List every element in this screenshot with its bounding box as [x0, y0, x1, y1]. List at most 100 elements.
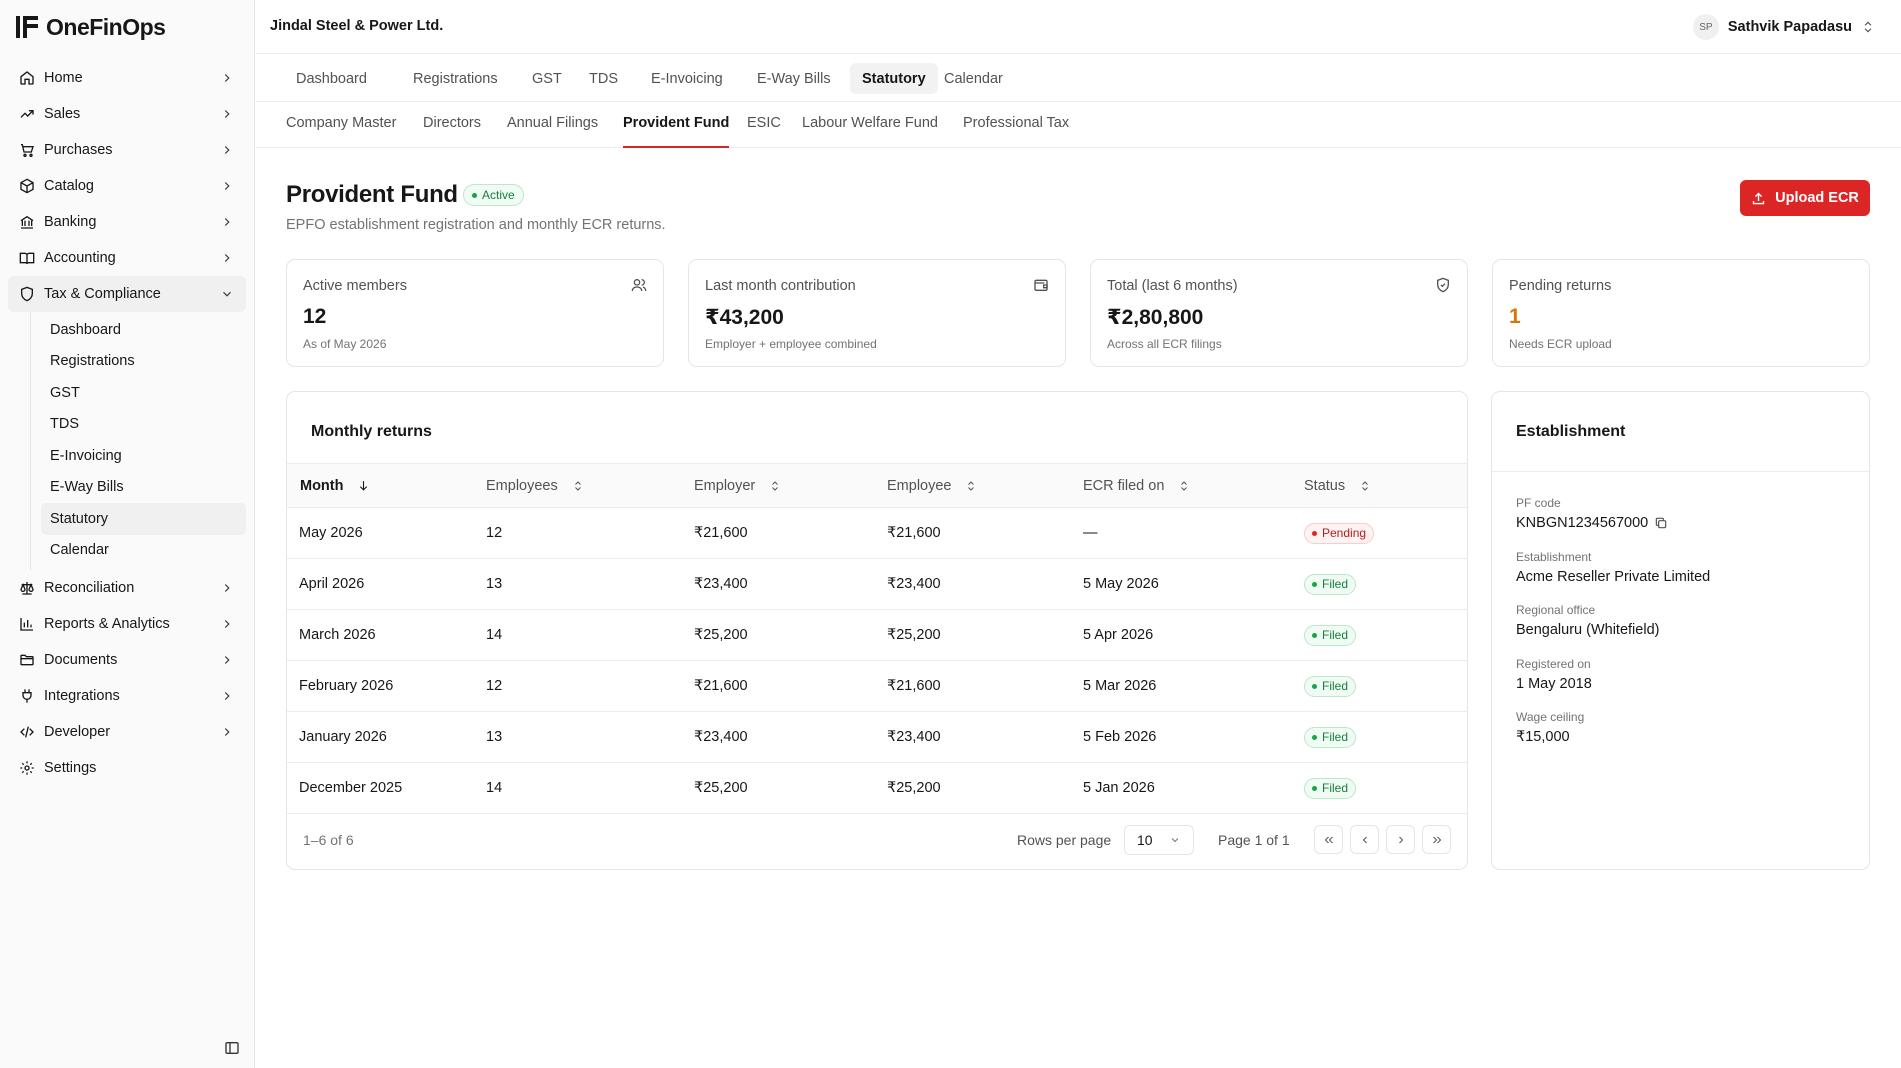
package-icon	[18, 177, 36, 195]
rows-per-page-value: 10	[1137, 832, 1153, 848]
next-page-button[interactable]	[1386, 825, 1415, 854]
tab-registrations[interactable]: Registrations	[401, 63, 510, 94]
logo-mark-icon	[16, 14, 40, 40]
column-header-employee[interactable]: Employee	[887, 464, 1083, 508]
tab-statutory[interactable]: Statutory	[850, 63, 938, 94]
subnav-item-tds[interactable]: TDS	[41, 409, 246, 441]
table-row[interactable]: January 2026 13 ₹23,400 ₹23,400 5 Feb 20…	[287, 712, 1467, 763]
field-value: 1 May 2018	[1516, 676, 1592, 692]
sidebar-item-home[interactable]: Home	[8, 60, 246, 96]
main-nav: Home Sales Purchases Catalog Banking Acc…	[8, 60, 246, 786]
app-name: OneFinOps	[46, 13, 166, 40]
cell-employer: ₹21,600	[694, 525, 748, 541]
subtab-labour-welfare-fund[interactable]: Labour Welfare Fund	[802, 115, 938, 148]
chevron-right-icon	[224, 656, 230, 664]
subnav-item-registrations[interactable]: Registrations	[41, 346, 246, 378]
column-header-ecr-filed-on[interactable]: ECR filed on	[1083, 464, 1304, 508]
sidebar-item-reports-analytics[interactable]: Reports & Analytics	[8, 606, 246, 642]
field-value: Acme Reseller Private Limited	[1516, 569, 1711, 585]
cell-employer: ₹21,600	[694, 678, 748, 694]
subtab-esic[interactable]: ESIC	[747, 115, 781, 148]
company-name[interactable]: Jindal Steel & Power Ltd.	[270, 18, 443, 34]
column-header-employer[interactable]: Employer	[694, 464, 887, 508]
bar-chart-icon	[18, 615, 36, 633]
sidebar-item-catalog[interactable]: Catalog	[8, 168, 246, 204]
sidebar-item-sales[interactable]: Sales	[8, 96, 246, 132]
establishment-card: Establishment PF code KNBGN1234567000 Es…	[1491, 391, 1870, 870]
cell-month: March 2026	[299, 627, 376, 643]
app-logo[interactable]: OneFinOps	[16, 12, 166, 42]
subnav-item-e-way-bills[interactable]: E-Way Bills	[41, 472, 246, 504]
column-header-status[interactable]: Status	[1304, 464, 1467, 508]
status-badge-label: Pending	[1322, 526, 1367, 540]
tab-e-way-bills[interactable]: E-Way Bills	[745, 63, 843, 94]
previous-page-button[interactable]	[1350, 825, 1379, 854]
cell-month: May 2026	[299, 525, 363, 541]
tab-dashboard[interactable]: Dashboard	[284, 63, 379, 94]
subtab-directors[interactable]: Directors	[423, 115, 481, 148]
page-title: Provident Fund	[286, 181, 458, 208]
table-row[interactable]: February 2026 12 ₹21,600 ₹21,600 5 Mar 2…	[287, 661, 1467, 712]
cell-filed-on: 5 Apr 2026	[1083, 627, 1154, 643]
tab-calendar[interactable]: Calendar	[932, 63, 1015, 94]
sidebar-item-accounting[interactable]: Accounting	[8, 240, 246, 276]
sidebar-item-banking[interactable]: Banking	[8, 204, 246, 240]
table-row[interactable]: May 2026 12 ₹21,600 ₹21,600 — Pending	[287, 508, 1467, 559]
subnav-item-statutory[interactable]: Statutory	[41, 503, 246, 535]
sidebar-item-tax-compliance[interactable]: Tax & Compliance	[8, 276, 246, 312]
chevron-up-down-icon	[1864, 21, 1872, 33]
subtab-annual-filings[interactable]: Annual Filings	[507, 115, 598, 148]
sidebar-item-label: Home	[44, 70, 83, 86]
sidebar-item-documents[interactable]: Documents	[8, 642, 246, 678]
cell-employee: ₹25,200	[887, 627, 941, 643]
user-menu[interactable]: SP Sathvik Papadasu	[1692, 14, 1875, 40]
sidebar-item-integrations[interactable]: Integrations	[8, 678, 246, 714]
sidebar-item-purchases[interactable]: Purchases	[8, 132, 246, 168]
upload-ecr-button[interactable]: Upload ECR	[1740, 180, 1870, 216]
column-header-month[interactable]: Month	[287, 464, 486, 508]
arrow-down-icon	[360, 481, 368, 491]
cell-status: Filed	[1304, 661, 1467, 712]
tab-e-invoicing[interactable]: E-Invoicing	[639, 63, 735, 94]
cell-employees: 12	[486, 525, 503, 541]
stat-note: As of May 2026	[303, 337, 387, 351]
column-header-label: Month	[300, 477, 344, 494]
shield-icon	[18, 285, 36, 303]
subnav-item-calendar[interactable]: Calendar	[41, 535, 246, 567]
sidebar-item-reconciliation[interactable]: Reconciliation	[8, 570, 246, 606]
subnav-item-gst[interactable]: GST	[41, 377, 246, 409]
tab-tds[interactable]: TDS	[577, 63, 630, 94]
sidebar-toggle-icon[interactable]	[224, 1040, 240, 1056]
subnav-item-e-invoicing[interactable]: E-Invoicing	[41, 440, 246, 472]
column-header-employees[interactable]: Employees	[486, 464, 694, 508]
cell-status: Pending	[1304, 508, 1467, 559]
stat-card-total-six-months: Total (last 6 months) ₹2,80,800 Across a…	[1090, 259, 1468, 367]
page-indicator: Page 1 of 1	[1218, 832, 1290, 848]
sidebar-item-settings[interactable]: Settings	[8, 750, 246, 786]
monthly-returns-card: Monthly returns Month Employees Employer	[286, 391, 1468, 870]
chevron-right-icon	[224, 110, 230, 118]
rows-per-page-select[interactable]: 10	[1124, 825, 1194, 855]
subtab-provident-fund[interactable]: Provident Fund	[623, 115, 730, 148]
column-header-label: ECR filed on	[1083, 477, 1165, 494]
column-header-label: Employees	[486, 477, 558, 494]
subnav-item-dashboard[interactable]: Dashboard	[41, 314, 246, 346]
status-badge-label: Filed	[1322, 577, 1349, 591]
cell-employer: ₹25,200	[694, 627, 748, 643]
copy-icon[interactable]	[1654, 516, 1668, 530]
subtab-company-master[interactable]: Company Master	[286, 115, 396, 148]
field-value: ₹15,000	[1516, 729, 1570, 745]
tab-gst[interactable]: GST	[520, 63, 574, 94]
table-row[interactable]: April 2026 13 ₹23,400 ₹23,400 5 May 2026…	[287, 559, 1467, 610]
column-header-label: Status	[1304, 477, 1346, 494]
sidebar-item-developer[interactable]: Developer	[8, 714, 246, 750]
wallet-icon	[1034, 279, 1048, 291]
table-row[interactable]: December 2025 14 ₹25,200 ₹25,200 5 Jan 2…	[287, 763, 1467, 814]
stat-value: ₹2,80,800	[1107, 306, 1204, 329]
subtab-professional-tax[interactable]: Professional Tax	[963, 115, 1069, 148]
cell-filed-on: 5 Jan 2026	[1083, 780, 1155, 796]
table-row[interactable]: March 2026 14 ₹25,200 ₹25,200 5 Apr 2026…	[287, 610, 1467, 661]
first-page-button[interactable]	[1314, 825, 1343, 854]
chevron-right-icon	[224, 692, 230, 700]
last-page-button[interactable]	[1422, 825, 1451, 854]
